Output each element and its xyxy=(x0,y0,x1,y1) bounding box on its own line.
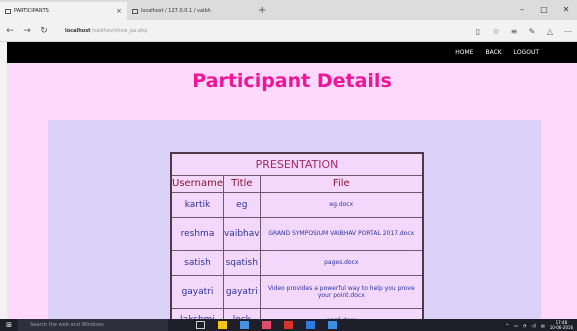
tab-title: localhost / 127.0.0.1 / vaibh xyxy=(141,8,211,14)
nav-back-link[interactable]: BACK xyxy=(485,49,501,56)
close-window-button[interactable]: ✕ xyxy=(555,0,577,20)
table-row: lakshmi lock word.docx xyxy=(170,307,424,319)
clock[interactable]: 17:48 10-06-2016 xyxy=(550,320,573,330)
cell-username: satish xyxy=(170,249,224,276)
cell-file-link[interactable]: Video provides a powerful way to help yo… xyxy=(259,274,424,309)
cell-file-link[interactable]: word.docx xyxy=(259,307,424,319)
taskbar-search-box[interactable]: Search the web and Windows xyxy=(18,319,168,331)
table-row: reshma vaibhav GRAND SYMPOSIUM VAIBHAV P… xyxy=(170,216,424,251)
store-icon[interactable] xyxy=(240,321,249,329)
browser-tools: ▯ ☆ ≡ ✎ △ ⋯ xyxy=(473,20,573,42)
system-tray: ^ ▭ ◔ ◁) ▤ 17:48 10-06-2016 xyxy=(506,319,573,331)
table-row: gayatri gayatri Video provides a powerfu… xyxy=(170,274,424,309)
url-host: localhost xyxy=(65,27,91,34)
app-icon[interactable] xyxy=(328,321,337,329)
tab-participants[interactable]: PARTICIPANTS × xyxy=(0,2,127,20)
cell-title: vaibhav xyxy=(222,216,261,251)
cell-username: reshma xyxy=(170,216,224,251)
cell-title: gayatri xyxy=(222,274,261,309)
refresh-icon[interactable]: ↻ xyxy=(37,26,51,36)
task-view-icon[interactable] xyxy=(196,321,205,329)
cell-file-link[interactable]: GRAND SYMPOSIUM VAIBHAV PORTAL 2017.docx xyxy=(259,216,424,251)
cell-title: sqatish xyxy=(222,249,261,276)
edge-icon[interactable] xyxy=(306,321,315,329)
more-icon[interactable]: ⋯ xyxy=(563,27,573,36)
favorite-star-icon[interactable]: ☆ xyxy=(491,27,501,36)
url-bar[interactable]: localhost /vaibhav/show_pa.php xyxy=(65,28,460,34)
forward-arrow-icon[interactable]: → xyxy=(20,26,34,36)
table-caption: PRESENTATION xyxy=(170,152,424,176)
back-arrow-icon[interactable]: ← xyxy=(3,26,17,36)
mail-icon[interactable] xyxy=(262,321,271,329)
battery-icon[interactable]: ▭ xyxy=(514,323,518,328)
windows-start-icon[interactable]: ⊞ xyxy=(0,321,18,329)
web-page: HOME BACK LOGOUT Participant Details PRE… xyxy=(7,42,577,319)
window-controls: – □ ✕ xyxy=(511,0,577,20)
share-icon[interactable]: △ xyxy=(545,27,555,36)
page-title: Participant Details xyxy=(192,70,392,92)
taskbar-apps xyxy=(196,321,337,329)
browser-tab-bar: PARTICIPANTS × localhost / 127.0.0.1 / v… xyxy=(0,0,577,20)
tab-title: PARTICIPANTS xyxy=(14,8,49,14)
cell-title: lock xyxy=(222,307,261,319)
new-tab-button[interactable]: + xyxy=(254,2,270,20)
site-navbar: HOME BACK LOGOUT xyxy=(7,42,577,63)
file-explorer-icon[interactable] xyxy=(218,321,227,329)
nav-home-link[interactable]: HOME xyxy=(455,49,473,56)
cell-username: kartik xyxy=(170,191,224,218)
table-row: kartik eg eg.docx xyxy=(170,191,424,218)
cell-title: eg xyxy=(222,191,261,218)
cell-file-link[interactable]: pages.docx xyxy=(259,249,424,276)
close-icon[interactable]: × xyxy=(116,7,122,15)
page-icon xyxy=(5,8,11,14)
maximize-button[interactable]: □ xyxy=(533,0,555,20)
cell-username: gayatri xyxy=(170,274,224,309)
column-header-title: Title xyxy=(222,174,261,193)
windows-taskbar: ⊞ Search the web and Windows ^ ▭ ◔ ◁) ▤ … xyxy=(0,319,577,331)
presentation-table: PRESENTATION Username Title File kartik … xyxy=(170,152,424,319)
minimize-button[interactable]: – xyxy=(511,0,533,20)
network-icon[interactable]: ◔ xyxy=(523,323,527,328)
web-note-icon[interactable]: ✎ xyxy=(527,27,537,36)
cell-username: lakshmi xyxy=(170,307,224,319)
url-path: /vaibhav/show_pa.php xyxy=(91,27,148,34)
table-row: satish sqatish pages.docx xyxy=(170,249,424,276)
acrobat-icon[interactable] xyxy=(284,321,293,329)
tab-localhost[interactable]: localhost / 127.0.0.1 / vaibh xyxy=(127,2,254,20)
reading-view-icon[interactable]: ▯ xyxy=(473,27,483,36)
nav-logout-link[interactable]: LOGOUT xyxy=(514,49,539,56)
column-header-file: File xyxy=(259,174,424,193)
cell-file-link[interactable]: eg.docx xyxy=(259,191,424,218)
notification-icon[interactable]: ▤ xyxy=(541,323,545,328)
hub-icon[interactable]: ≡ xyxy=(509,27,519,36)
clock-date: 10-06-2016 xyxy=(549,325,573,330)
column-header-username: Username xyxy=(170,174,224,193)
tray-chevron-icon[interactable]: ^ xyxy=(506,323,509,328)
page-icon xyxy=(132,8,138,14)
volume-icon[interactable]: ◁) xyxy=(531,323,536,328)
address-toolbar: ← → ↻ localhost /vaibhav/show_pa.php ▯ ☆… xyxy=(0,20,577,42)
